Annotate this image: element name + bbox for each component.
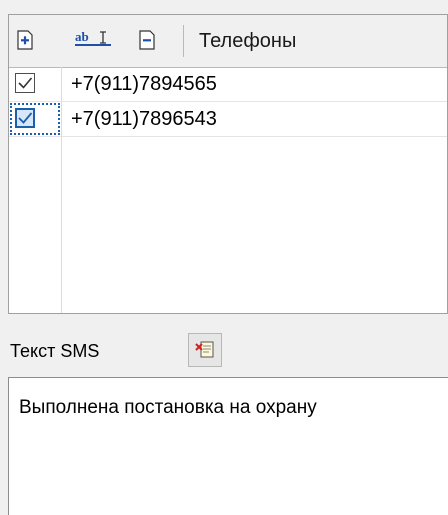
phone-number: +7(911)7896543 [71, 108, 217, 130]
sms-text-content: Выполнена постановка на охрану [19, 397, 317, 418]
toolbar-separator [183, 25, 184, 57]
check-icon [18, 77, 33, 89]
add-phone-button[interactable] [15, 29, 35, 51]
rename-phone-button[interactable]: ab [75, 29, 121, 51]
phone-row-check-cell [9, 67, 61, 101]
check-icon [18, 112, 33, 124]
phones-toolbar: ab Телефоны [9, 15, 447, 68]
phone-row[interactable]: +7(911)7894565 [9, 67, 447, 102]
sms-text-label: Текст SMS [10, 341, 100, 361]
phones-column-header: Телефоны [199, 30, 297, 52]
phone-row-check-cell [9, 102, 61, 136]
remove-phone-button[interactable] [137, 29, 157, 51]
remove-icon [139, 30, 155, 50]
phone-row-checkbox[interactable] [15, 108, 35, 128]
insert-template-icon [195, 341, 214, 358]
phone-row-selected[interactable]: +7(911)7896543 [9, 102, 447, 137]
phone-number: +7(911)7894565 [71, 73, 217, 95]
phones-sms-settings: ab Телефоны +7(911)7894565 +7(911)789654… [0, 0, 448, 515]
phone-row-checkbox[interactable] [15, 73, 35, 93]
insert-template-button[interactable] [188, 333, 222, 367]
rename-icon: ab [75, 29, 111, 46]
sms-text-area[interactable]: Выполнена постановка на охрану [8, 377, 448, 515]
phones-panel: ab Телефоны +7(911)7894565 +7(911)789654… [8, 14, 448, 314]
svg-text:ab: ab [75, 29, 89, 44]
add-icon [17, 30, 33, 50]
